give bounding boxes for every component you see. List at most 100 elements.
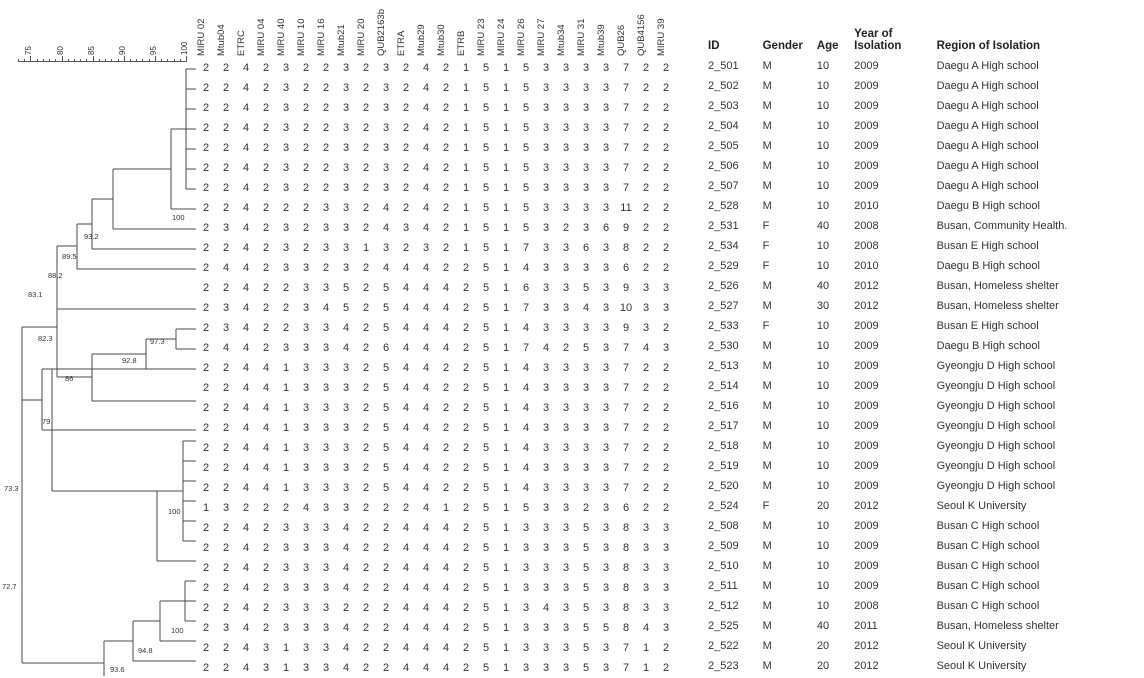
vntr-cell: 2 — [202, 602, 210, 614]
vntr-cell: 10 — [619, 302, 633, 314]
vntr-cell: 5 — [522, 122, 530, 134]
vntr-cell: 2 — [402, 142, 410, 154]
vntr-cell: 2 — [642, 122, 650, 134]
bootstrap-value-label: 100 — [168, 507, 181, 516]
vntr-cell: 5 — [482, 222, 490, 234]
vntr-cell: 3 — [582, 462, 590, 474]
vntr-cell: 3 — [582, 122, 590, 134]
locus-header-label: MIRU 10 — [296, 18, 307, 56]
vntr-cell: 2 — [202, 202, 210, 214]
locus-header-label: MIRU 27 — [536, 18, 547, 56]
vntr-cell: 5 — [522, 82, 530, 94]
vntr-cell: 5 — [482, 202, 490, 214]
cell-gender: M — [762, 380, 772, 392]
vntr-cell: 3 — [562, 622, 570, 634]
scale-tick-label: 75 — [24, 46, 34, 55]
scale-tick-label: 90 — [117, 46, 127, 55]
vntr-cell: 2 — [302, 182, 310, 194]
vntr-cell: 2 — [222, 482, 230, 494]
vntr-cell: 2 — [322, 262, 330, 274]
vntr-cell: 7 — [622, 142, 630, 154]
vntr-cell: 3 — [582, 322, 590, 334]
cell-region: Gyeongju D High school — [936, 400, 1056, 412]
table-row: 224232331323215173363822 — [196, 238, 676, 258]
vntr-cell: 3 — [522, 662, 530, 674]
vntr-cell: 2 — [642, 362, 650, 374]
list-item: 2_506 M 10 2009 Daegu A High school — [708, 156, 1144, 176]
vntr-cell: 2 — [442, 242, 450, 254]
list-item: 2_505 M 10 2009 Daegu A High school — [708, 136, 1144, 156]
vntr-cell: 2 — [362, 202, 370, 214]
cell-gender: F — [762, 220, 770, 232]
vntr-cell: 2 — [462, 502, 470, 514]
cell-gender: M — [762, 440, 772, 452]
vntr-cell: 2 — [322, 122, 330, 134]
vntr-cell: 2 — [462, 342, 470, 354]
vntr-cell: 6 — [602, 222, 610, 234]
vntr-cell: 4 — [342, 582, 350, 594]
vntr-cell: 2 — [302, 142, 310, 154]
vntr-cell: 2 — [662, 402, 670, 414]
vntr-cell: 3 — [382, 82, 390, 94]
vntr-cell: 3 — [342, 442, 350, 454]
cell-region: Gyeongju D High school — [936, 480, 1056, 492]
vntr-cell: 4 — [402, 442, 410, 454]
vntr-cell: 3 — [602, 502, 610, 514]
vntr-cell: 2 — [442, 142, 450, 154]
vntr-cell: 8 — [622, 582, 630, 594]
vntr-cell: 9 — [622, 222, 630, 234]
vntr-cell: 2 — [202, 662, 210, 674]
cell-year: 2010 — [854, 200, 879, 212]
vntr-cell: 3 — [302, 402, 310, 414]
cell-age: 10 — [816, 120, 830, 132]
vntr-cell: 2 — [582, 502, 590, 514]
vntr-cell: 3 — [602, 662, 610, 674]
locus-header-label: ETRB — [456, 30, 467, 56]
vntr-cell: 2 — [262, 162, 270, 174]
vntr-cell: 3 — [262, 642, 270, 654]
vntr-cell: 2 — [202, 522, 210, 534]
vntr-cell: 3 — [342, 502, 350, 514]
vntr-cell: 2 — [222, 282, 230, 294]
locus-header-label: Mtub21 — [336, 24, 347, 56]
vntr-cell: 4 — [442, 602, 450, 614]
vntr-cell: 3 — [282, 522, 290, 534]
cell-id: 2_506 — [708, 160, 739, 172]
cell-gender: M — [762, 400, 772, 412]
vntr-cell: 4 — [442, 662, 450, 674]
vntr-cell: 2 — [462, 462, 470, 474]
locus-header-miru-40: MIRU 40 — [276, 0, 296, 56]
locus-header-miru-27: MIRU 27 — [536, 0, 556, 56]
vntr-cell: 1 — [502, 462, 510, 474]
table-row: 224232232324215153333722 — [196, 78, 676, 98]
list-item: 2_523 M 20 2012 Seoul K University — [708, 656, 1144, 676]
vntr-cell: 2 — [362, 222, 370, 234]
vntr-cell: 3 — [322, 382, 330, 394]
locus-header-mtub04: Mtub04 — [216, 0, 236, 56]
vntr-cell: 2 — [462, 282, 470, 294]
vntr-cell: 2 — [662, 222, 670, 234]
vntr-cell: 5 — [522, 142, 530, 154]
vntr-cell: 2 — [222, 642, 230, 654]
locus-header-label: ETRA — [396, 30, 407, 56]
vntr-cell: 3 — [322, 482, 330, 494]
vntr-cell: 3 — [562, 502, 570, 514]
list-item: 2_501 M 10 2009 Daegu A High school — [708, 56, 1144, 76]
vntr-cell: 3 — [542, 562, 550, 574]
vntr-cell: 5 — [382, 442, 390, 454]
vntr-cell: 4 — [642, 622, 650, 634]
vntr-cell: 2 — [662, 262, 670, 274]
cell-region: Busan, Community Health. — [936, 220, 1068, 232]
vntr-cell: 3 — [582, 362, 590, 374]
locus-header-label: Mtub29 — [416, 24, 427, 56]
vntr-cell: 3 — [302, 282, 310, 294]
vntr-cell: 5 — [382, 302, 390, 314]
vntr-cell: 1 — [502, 542, 510, 554]
vntr-cell: 1 — [502, 642, 510, 654]
vntr-cell: 4 — [242, 442, 250, 454]
vntr-cell: 3 — [562, 302, 570, 314]
vntr-cell: 2 — [262, 622, 270, 634]
metadata-header-row: ID Gender Age Year of Isolation Region o… — [708, 0, 1144, 56]
locus-header-label: ETRC — [236, 30, 247, 56]
vntr-cell: 3 — [382, 62, 390, 74]
